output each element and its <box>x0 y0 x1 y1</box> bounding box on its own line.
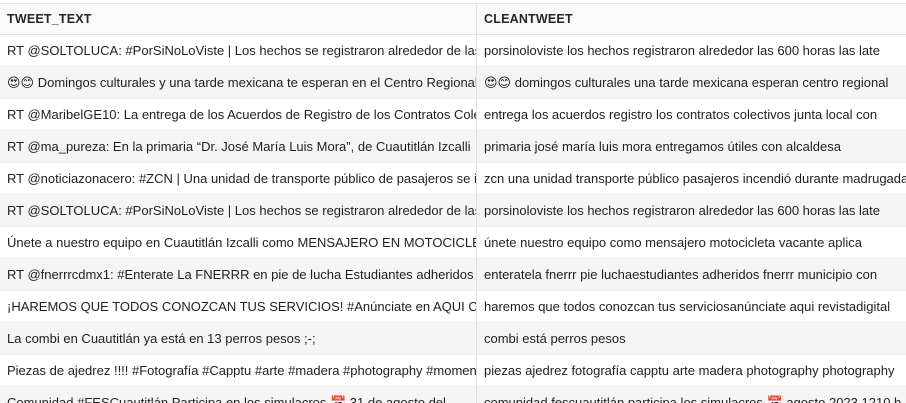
cleantweet-cell[interactable]: haremos que todos conozcan tus servicios… <box>476 291 906 322</box>
table-row[interactable]: RT @noticiazonacero: #ZCN | Una unidad d… <box>0 163 906 195</box>
tweet-text-cell[interactable]: RT @SOLTOLUCA: #PorSiNoLoViste | Los hec… <box>0 35 476 66</box>
cleantweet-cell[interactable]: piezas ajedrez fotografía capptu arte ma… <box>476 355 906 386</box>
tweet-text-cell[interactable]: RT @fnerrrcdmx1: #Enterate La FNERRR en … <box>0 259 476 290</box>
cleantweet-cell[interactable]: enteratela fnerrr pie luchaestudiantes a… <box>476 259 906 290</box>
tweet-text-cell[interactable]: Únete a nuestro equipo en Cuautitlán Izc… <box>0 227 476 258</box>
cleantweet-cell[interactable]: entrega los acuerdos registro los contra… <box>476 99 906 130</box>
tweet-text-cell[interactable]: RT @ma_pureza: En la primaria “Dr. José … <box>0 131 476 162</box>
cleantweet-cell[interactable]: 😍😊 domingos culturales una tarde mexican… <box>476 67 906 98</box>
table-row[interactable]: 😍😊 Domingos culturales y una tarde mexic… <box>0 67 906 99</box>
data-table: TWEET_TEXT CLEANTWEET RT @SOLTOLUCA: #Po… <box>0 0 906 403</box>
column-header-cleantweet[interactable]: CLEANTWEET <box>476 4 906 34</box>
tweet-text-cell[interactable]: Piezas de ajedrez !!!! #Fotografía #Capp… <box>0 355 476 386</box>
table-row[interactable]: RT @SOLTOLUCA: #PorSiNoLoViste | Los hec… <box>0 195 906 227</box>
cleantweet-cell[interactable]: combi está perros pesos <box>476 323 906 354</box>
table-row[interactable]: RT @fnerrrcdmx1: #Enterate La FNERRR en … <box>0 259 906 291</box>
cleantweet-cell[interactable]: comunidad fescuautitlán participa los si… <box>476 387 906 403</box>
tweet-text-cell[interactable]: Comunidad #FESCuautitlán Participa en lo… <box>0 387 476 403</box>
cleantweet-cell[interactable]: porsinoloviste los hechos registraron al… <box>476 35 906 66</box>
table-row[interactable]: La combi en Cuautitlán ya está en 13 per… <box>0 323 906 355</box>
table-row[interactable]: Únete a nuestro equipo en Cuautitlán Izc… <box>0 227 906 259</box>
table-row[interactable]: Comunidad #FESCuautitlán Participa en lo… <box>0 387 906 403</box>
tweet-text-cell[interactable]: RT @noticiazonacero: #ZCN | Una unidad d… <box>0 163 476 194</box>
table-header-row: TWEET_TEXT CLEANTWEET <box>0 3 906 35</box>
cleantweet-cell[interactable]: únete nuestro equipo como mensajero moto… <box>476 227 906 258</box>
table-row[interactable]: RT @ma_pureza: En la primaria “Dr. José … <box>0 131 906 163</box>
table-row[interactable]: Piezas de ajedrez !!!! #Fotografía #Capp… <box>0 355 906 387</box>
tweet-text-cell[interactable]: RT @MaribelGE10: La entrega de los Acuer… <box>0 99 476 130</box>
tweet-text-cell[interactable]: RT @SOLTOLUCA: #PorSiNoLoViste | Los hec… <box>0 195 476 226</box>
table-row[interactable]: RT @MaribelGE10: La entrega de los Acuer… <box>0 99 906 131</box>
tweet-text-cell[interactable]: ¡HAREMOS QUE TODOS CONOZCAN TUS SERVICIO… <box>0 291 476 322</box>
cleantweet-cell[interactable]: zcn una unidad transporte público pasaje… <box>476 163 906 194</box>
tweet-text-cell[interactable]: 😍😊 Domingos culturales y una tarde mexic… <box>0 67 476 98</box>
table-row[interactable]: RT @SOLTOLUCA: #PorSiNoLoViste | Los hec… <box>0 35 906 67</box>
column-header-tweet-text[interactable]: TWEET_TEXT <box>0 4 476 34</box>
tweet-text-cell[interactable]: La combi en Cuautitlán ya está en 13 per… <box>0 323 476 354</box>
table-row[interactable]: ¡HAREMOS QUE TODOS CONOZCAN TUS SERVICIO… <box>0 291 906 323</box>
cleantweet-cell[interactable]: porsinoloviste los hechos registraron al… <box>476 195 906 226</box>
cleantweet-cell[interactable]: primaria josé maría luis mora entregamos… <box>476 131 906 162</box>
